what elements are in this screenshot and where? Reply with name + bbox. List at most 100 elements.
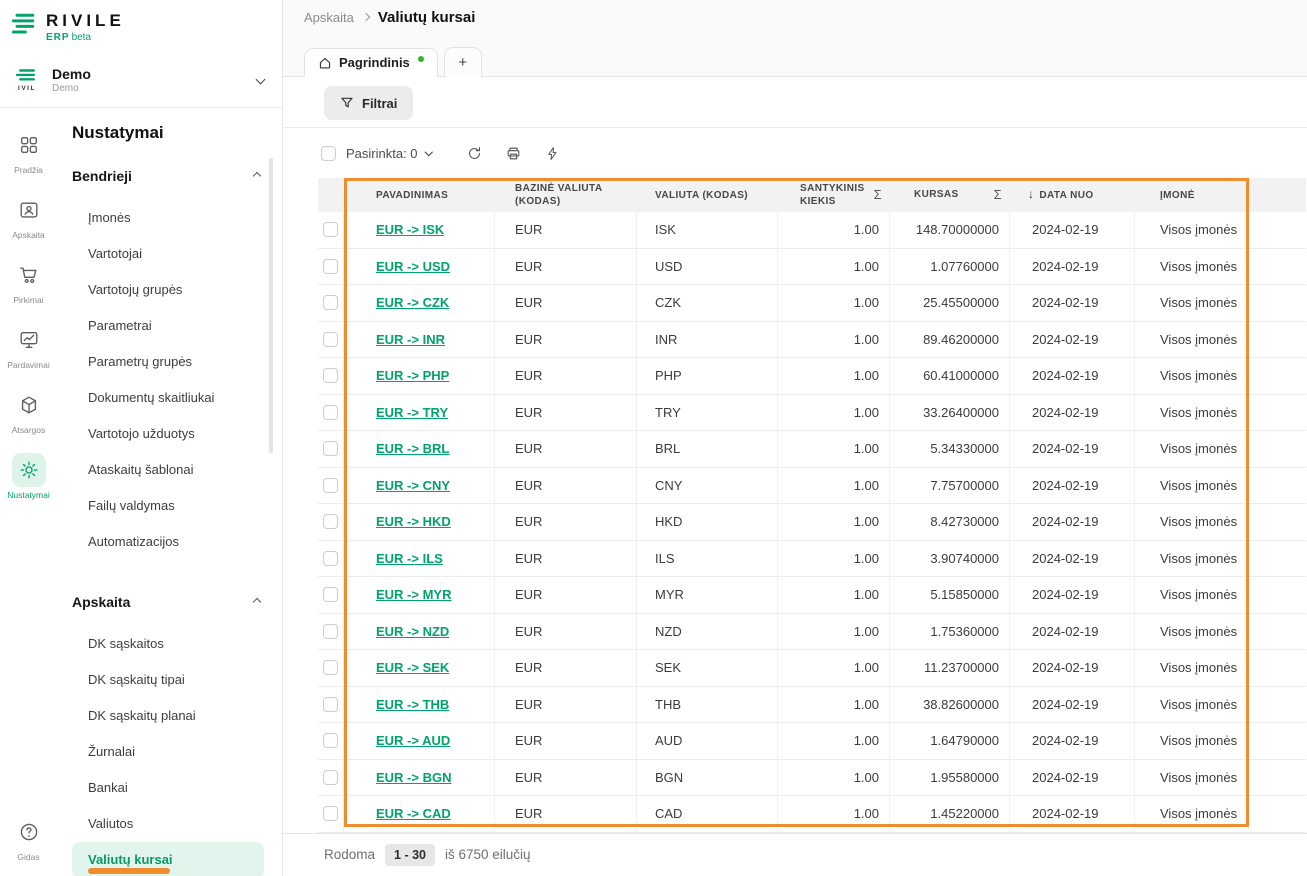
row-checkbox[interactable] (323, 295, 338, 310)
row-checkbox[interactable] (323, 405, 338, 420)
row-checkbox[interactable] (323, 222, 338, 237)
row-checkbox[interactable] (323, 368, 338, 383)
currency-pair-link[interactable]: EUR -> TRY (376, 405, 448, 420)
row-checkbox[interactable] (323, 514, 338, 529)
add-tab-button[interactable]: + (444, 47, 482, 77)
menu-section-header[interactable]: Bendrieji (72, 158, 282, 194)
currency-pair-link[interactable]: EUR -> CZK (376, 295, 449, 310)
print-button[interactable] (500, 140, 527, 167)
table-row: EUR -> NZD EUR NZD 1.00 1.75360000 2024-… (318, 614, 1306, 651)
menu-item[interactable]: Žurnalai (72, 734, 264, 770)
cell-rate: 7.75700000 (890, 468, 1010, 505)
rail-item-nustatymai[interactable]: Nustatymai (0, 453, 57, 500)
row-checkbox[interactable] (323, 441, 338, 456)
cell-date-from: 2024-02-19 (1010, 322, 1135, 359)
row-checkbox[interactable] (323, 733, 338, 748)
rail-item-pradzia[interactable]: Pradžia (0, 128, 57, 175)
company-selector[interactable]: IVIL Demo Demo (0, 62, 282, 95)
currency-pair-link[interactable]: EUR -> ISK (376, 222, 444, 237)
row-checkbox[interactable] (323, 806, 338, 821)
currency-pair-link[interactable]: EUR -> HKD (376, 514, 451, 529)
menu-item[interactable]: Bankai (72, 770, 264, 806)
menu-item[interactable]: Valiutų kursai (72, 842, 264, 876)
page-title: Valiutų kursai (378, 9, 476, 26)
rail-item-apskaita[interactable]: Apskaita (0, 193, 57, 240)
row-checkbox[interactable] (323, 624, 338, 639)
cell-company: Visos įmonės (1135, 614, 1306, 651)
currency-pair-link[interactable]: EUR -> CNY (376, 478, 450, 493)
menu-item[interactable]: Dokumentų skaitliukai (72, 380, 264, 416)
currency-pair-link[interactable]: EUR -> INR (376, 332, 445, 347)
menu-scrollbar[interactable] (269, 158, 273, 453)
column-header-valiuta[interactable]: VALIUTA (KODAS) (637, 189, 778, 202)
cell-ratio: 1.00 (778, 395, 890, 432)
sum-icon[interactable]: Σ (874, 187, 882, 204)
menu-section-header[interactable]: Apskaita (72, 584, 282, 620)
cell-currency: CAD (637, 796, 778, 833)
menu-item[interactable]: DK sąskaitų planai (72, 698, 264, 734)
row-checkbox[interactable] (323, 587, 338, 602)
sum-icon[interactable]: Σ (994, 187, 1002, 204)
accounting-icon (12, 193, 46, 227)
column-header-santykinis-kiekis[interactable]: SANTYKINISKIEKIS Σ (778, 182, 890, 208)
menu-item[interactable]: Vartotojai (72, 236, 264, 272)
column-header-imone[interactable]: ĮMONĖ (1135, 189, 1306, 202)
select-all-checkbox[interactable] (321, 146, 336, 161)
cell-rate: 89.46200000 (890, 322, 1010, 359)
menu-item[interactable]: Failų valdymas (72, 488, 264, 524)
currency-pair-link[interactable]: EUR -> AUD (376, 733, 450, 748)
cell-ratio: 1.00 (778, 358, 890, 395)
menu-item[interactable]: Automatizacijos (72, 524, 264, 560)
row-checkbox[interactable] (323, 478, 338, 493)
menu-item[interactable]: Vartotojo užduotys (72, 416, 264, 452)
refresh-button[interactable] (461, 140, 488, 167)
currency-pair-link[interactable]: EUR -> USD (376, 259, 450, 274)
rail-item-pirkimai[interactable]: Pirkimai (0, 258, 57, 305)
cell-rate: 1.45220000 (890, 796, 1010, 833)
currency-pair-link[interactable]: EUR -> CAD (376, 806, 451, 821)
cell-rate: 5.34330000 (890, 431, 1010, 468)
cell-date-from: 2024-02-19 (1010, 760, 1135, 797)
breadcrumb-parent[interactable]: Apskaita (304, 10, 354, 25)
menu-item[interactable]: Parametrų grupės (72, 344, 264, 380)
currency-pair-link[interactable]: EUR -> NZD (376, 624, 449, 639)
currency-pair-link[interactable]: EUR -> MYR (376, 587, 451, 602)
row-checkbox[interactable] (323, 551, 338, 566)
menu-item[interactable]: DK sąskaitos (72, 626, 264, 662)
automation-button[interactable] (539, 140, 566, 167)
currency-pair-link[interactable]: EUR -> THB (376, 697, 449, 712)
currency-pair-link[interactable]: EUR -> BGN (376, 770, 451, 785)
cell-base-currency: EUR (495, 431, 637, 468)
menu-item[interactable]: Parametrai (72, 308, 264, 344)
selected-count-label[interactable]: Pasirinkta: 0 (346, 146, 418, 161)
cell-rate: 3.90740000 (890, 541, 1010, 578)
menu-sidebar: Nustatymai Bendrieji Įmonės Vartotojai V… (57, 108, 282, 876)
tab-pagrindinis[interactable]: Pagrindinis (304, 48, 438, 77)
currency-pair-link[interactable]: EUR -> PHP (376, 368, 449, 383)
table-row: EUR -> AUD EUR AUD 1.00 1.64790000 2024-… (318, 723, 1306, 760)
row-checkbox[interactable] (323, 332, 338, 347)
currency-pair-link[interactable]: EUR -> ILS (376, 551, 443, 566)
column-header-pavadinimas[interactable]: PAVADINIMAS (344, 189, 495, 202)
column-header-kursas[interactable]: KURSAS Σ (890, 187, 1010, 204)
menu-item[interactable]: DK sąskaitų tipai (72, 662, 264, 698)
currency-pair-link[interactable]: EUR -> SEK (376, 660, 449, 675)
rail-item-gidas[interactable]: Gidas (0, 815, 57, 862)
menu-item[interactable]: Įmonės (72, 200, 264, 236)
row-checkbox[interactable] (323, 259, 338, 274)
row-checkbox[interactable] (323, 660, 338, 675)
column-header-bazine-valiuta[interactable]: BAZINĖ VALIUTA(KODAS) (495, 182, 637, 208)
menu-item[interactable]: Valiutos (72, 806, 264, 842)
cell-base-currency: EUR (495, 796, 637, 833)
row-checkbox[interactable] (323, 770, 338, 785)
rail-item-atsargos[interactable]: Atsargos (0, 388, 57, 435)
row-checkbox[interactable] (323, 697, 338, 712)
rail-item-pardavimai[interactable]: Pardavimai (0, 323, 57, 370)
menu-item[interactable]: Vartotojų grupės (72, 272, 264, 308)
chevron-down-icon[interactable] (424, 148, 432, 156)
column-header-data-nuo[interactable]: ↓ DATA NUO (1010, 187, 1135, 203)
menu-item[interactable]: Ataskaitų šablonai (72, 452, 264, 488)
filters-button[interactable]: Filtrai (324, 86, 413, 120)
currency-pair-link[interactable]: EUR -> BRL (376, 441, 449, 456)
cart-icon (12, 258, 46, 292)
